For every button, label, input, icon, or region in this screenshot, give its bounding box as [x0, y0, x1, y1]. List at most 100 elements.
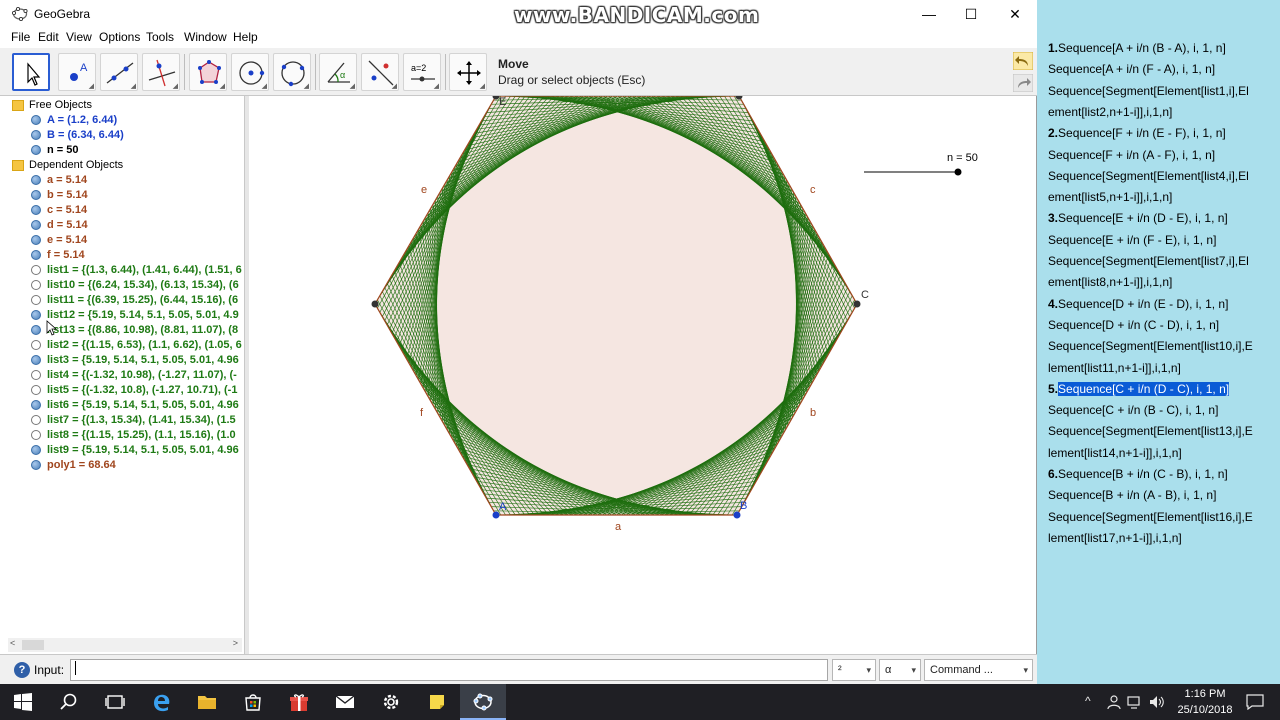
visibility-on-icon[interactable]: [31, 325, 41, 335]
instruction-line: lement[list17,n+1-i]],i,1,n]: [1048, 529, 1182, 547]
instruction-text: Sequence[E + i/n (D - E), i, 1, n]: [1058, 211, 1228, 225]
visibility-off-icon[interactable]: [31, 340, 41, 350]
visibility-on-icon[interactable]: [31, 175, 41, 185]
visibility-on-icon[interactable]: [31, 355, 41, 365]
visibility-off-icon[interactable]: [31, 385, 41, 395]
visibility-off-icon[interactable]: [31, 295, 41, 305]
action-center-icon[interactable]: [1246, 694, 1264, 710]
clock-date[interactable]: 25/10/2018: [1172, 704, 1238, 716]
reflect-tool-button[interactable]: ◢: [361, 53, 399, 91]
scroll-left-icon[interactable]: <: [10, 638, 15, 648]
redo-icon[interactable]: [1013, 74, 1033, 92]
geogebra-taskbar-button[interactable]: [460, 684, 506, 720]
menu-view[interactable]: View: [66, 30, 92, 44]
close-button[interactable]: ✕: [992, 0, 1038, 28]
store-button[interactable]: [230, 684, 276, 720]
windows-start-button[interactable]: [0, 684, 46, 720]
visibility-on-icon[interactable]: [31, 130, 41, 140]
svg-text:A: A: [80, 62, 88, 74]
instruction-line: Sequence[C + i/n (B - C), i, 1, n]: [1048, 401, 1218, 419]
volume-icon[interactable]: [1149, 694, 1165, 710]
file-explorer-button[interactable]: [184, 684, 230, 720]
file-explorer-icon: [198, 696, 216, 709]
people-icon[interactable]: [1106, 694, 1122, 710]
visibility-on-icon[interactable]: [31, 310, 41, 320]
angle-tool-button[interactable]: α ◢: [319, 53, 357, 91]
input-help-icon[interactable]: ?: [14, 662, 30, 678]
point-label-E: E: [499, 96, 506, 108]
instruction-line: 4.Sequence[D + i/n (E - D), i, 1, n]: [1048, 295, 1228, 313]
sticky-notes-button[interactable]: [414, 684, 460, 720]
menu-file[interactable]: File: [11, 30, 30, 44]
visibility-off-icon[interactable]: [31, 370, 41, 380]
visibility-on-icon[interactable]: [31, 220, 41, 230]
visibility-off-icon[interactable]: [31, 280, 41, 290]
menu-options[interactable]: Options: [99, 30, 140, 44]
undo-icon[interactable]: [1013, 52, 1033, 70]
visibility-on-icon[interactable]: [31, 205, 41, 215]
clock-time[interactable]: 1:16 PM: [1178, 688, 1232, 700]
slider-tool-button[interactable]: a=2 ◢: [403, 53, 441, 91]
settings-button[interactable]: [368, 684, 414, 720]
graphics-canvas[interactable]: A B C Ea b c e f n = 50: [249, 96, 1036, 654]
geogebra-icon: [473, 693, 493, 711]
menu-help[interactable]: Help: [233, 30, 258, 44]
edge-browser-button[interactable]: [138, 684, 184, 720]
scroll-right-icon[interactable]: >: [233, 638, 238, 648]
circle-through-points-tool-button[interactable]: ◢: [273, 53, 311, 91]
visibility-on-icon[interactable]: [31, 190, 41, 200]
title-bar[interactable]: GeoGebra www.BANDICAM.com — ☐ ✕: [0, 0, 1037, 28]
visibility-on-icon[interactable]: [31, 250, 41, 260]
minimize-button[interactable]: —: [906, 0, 952, 28]
task-view-button[interactable]: [92, 684, 138, 720]
perpendicular-line-tool-button[interactable]: ◢: [142, 53, 180, 91]
slider-n[interactable]: n = 50: [864, 152, 978, 176]
instruction-text: Sequence[D + i/n (C - D), i, 1, n]: [1048, 318, 1220, 332]
visibility-off-icon[interactable]: [31, 415, 41, 425]
visibility-off-icon[interactable]: [31, 265, 41, 275]
greek-letters-dropdown[interactable]: α ▾: [879, 659, 921, 681]
network-icon[interactable]: [1127, 694, 1143, 710]
search-button[interactable]: [46, 684, 92, 720]
visibility-off-icon[interactable]: [31, 430, 41, 440]
scrollbar-thumb[interactable]: [22, 640, 44, 650]
circle-tool-button[interactable]: ◢: [231, 53, 269, 91]
input-field[interactable]: [70, 659, 828, 681]
polygon-tool-button[interactable]: ◢: [189, 53, 227, 91]
instruction-text: Sequence[A + i/n (F - A), i, 1, n]: [1048, 62, 1216, 76]
superscript-dropdown[interactable]: ² ▾: [832, 659, 876, 681]
instruction-line: Sequence[F + i/n (A - F), i, 1, n]: [1048, 146, 1215, 164]
visibility-on-icon[interactable]: [31, 115, 41, 125]
search-icon: [60, 693, 77, 710]
algebra-object-label: e = 5.14: [47, 234, 88, 246]
show-hidden-icons[interactable]: ^: [1085, 694, 1091, 708]
edge-icon: [154, 694, 170, 712]
task-view-icon: [105, 695, 125, 709]
algebra-horizontal-scrollbar[interactable]: < >: [8, 638, 242, 652]
algebra-object-label: f = 5.14: [47, 249, 85, 261]
menu-edit[interactable]: Edit: [38, 30, 59, 44]
mail-button[interactable]: [322, 684, 368, 720]
move-graphics-view-tool-button[interactable]: ◢: [449, 53, 487, 91]
instruction-line: Sequence[Segment[Element[list4,i],El: [1048, 167, 1249, 185]
command-dropdown[interactable]: Command ... ▾: [924, 659, 1033, 681]
visibility-on-icon[interactable]: [31, 145, 41, 155]
graphics-view[interactable]: A B C Ea b c e f n = 50: [249, 96, 1036, 654]
instruction-text: Sequence[B + i/n (C - B), i, 1, n]: [1058, 467, 1228, 481]
move-tool-button[interactable]: [12, 53, 50, 91]
algebra-object-label: b = 5.14: [47, 189, 88, 201]
menu-tools[interactable]: Tools: [146, 30, 174, 44]
maximize-button[interactable]: ☐: [948, 0, 994, 28]
instruction-number: 6.: [1048, 467, 1059, 481]
segment-label-c: c: [810, 184, 816, 196]
algebra-object-label: list12 = {5.19, 5.14, 5.1, 5.05, 5.01, 4…: [47, 309, 239, 321]
line-tool-button[interactable]: ◢: [100, 53, 138, 91]
menu-window[interactable]: Window: [184, 30, 227, 44]
visibility-on-icon[interactable]: [31, 445, 41, 455]
point-tool-button[interactable]: A ◢: [58, 53, 96, 91]
visibility-on-icon[interactable]: [31, 400, 41, 410]
visibility-on-icon[interactable]: [31, 460, 41, 470]
visibility-on-icon[interactable]: [31, 235, 41, 245]
gift-app-button[interactable]: [276, 684, 322, 720]
instruction-text: Sequence[A + i/n (B - A), i, 1, n]: [1058, 41, 1226, 55]
